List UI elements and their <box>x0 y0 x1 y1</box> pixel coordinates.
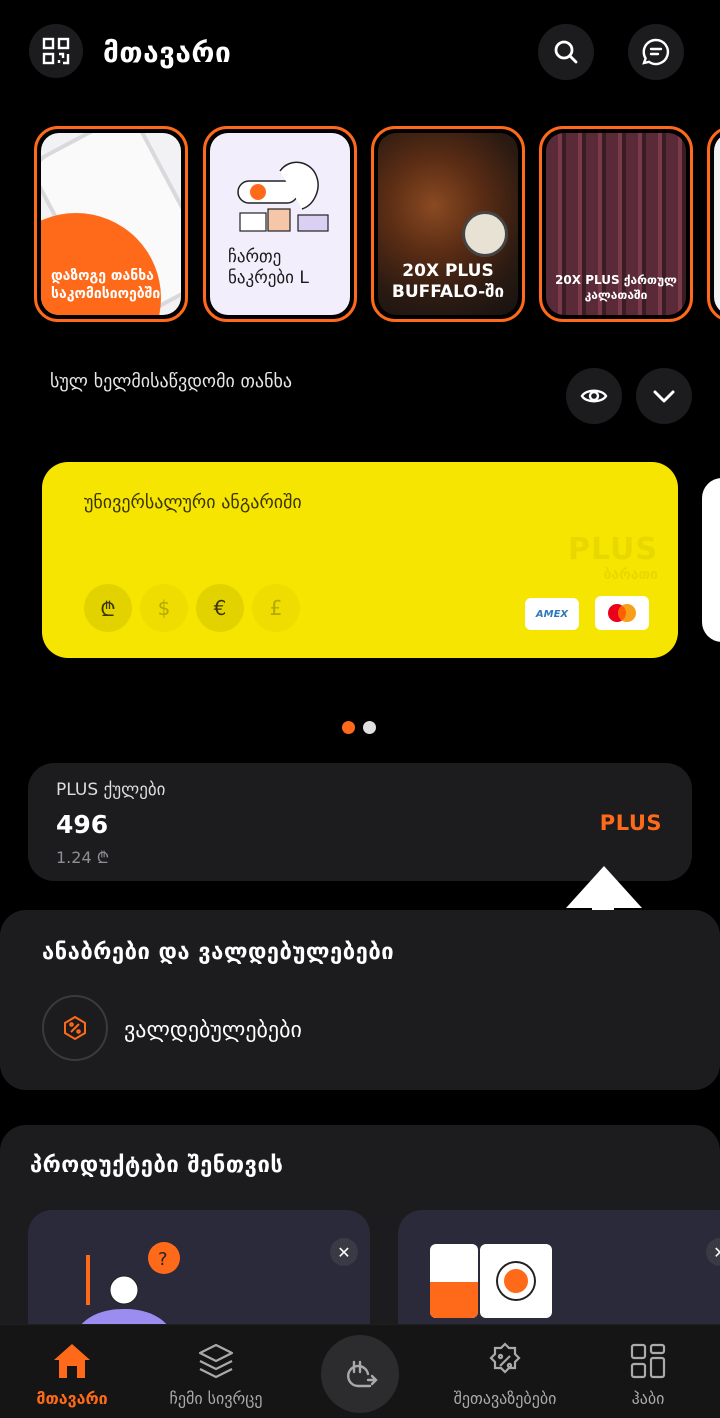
mastercard-logo <box>595 596 649 630</box>
grid-icon <box>630 1343 666 1379</box>
nav-home-label: მთავარი <box>36 1389 108 1408</box>
nav-offers[interactable]: შეთავაზებები <box>438 1325 572 1418</box>
app-header: მთავარი <box>0 0 720 105</box>
story-caption: ჩართე ნაკრები L <box>228 246 309 288</box>
percent-badge-icon <box>64 1015 86 1041</box>
story-card[interactable]: 20X PLUS BUFFALO-ში <box>371 126 525 322</box>
chat-button[interactable] <box>628 24 684 80</box>
svg-text:?: ? <box>158 1249 168 1270</box>
story-caption: 20X PLUS BUFFALO-ში <box>391 260 505 302</box>
sauce-bowl <box>462 211 508 257</box>
currency-eur[interactable]: € <box>196 584 244 632</box>
layers-icon <box>198 1343 234 1379</box>
nav-home[interactable]: მთავარი <box>22 1325 122 1418</box>
next-card-peek[interactable] <box>702 478 720 642</box>
story-caption: 20X PLUS ქართულ კალათაში <box>555 273 677 302</box>
plus-points-value: 496 <box>56 810 109 839</box>
dismiss-button[interactable]: ✕ <box>330 1238 358 1266</box>
amex-logo: AMEX <box>525 598 579 630</box>
account-title: უნივერსალური ანგარიში <box>84 492 302 513</box>
currency-gbp[interactable]: £ <box>252 584 300 632</box>
page-title: მთავარი <box>103 36 232 69</box>
transfer-button[interactable] <box>321 1335 399 1413</box>
deposits-title: ანაბრები და ვალდებულებები <box>42 940 395 965</box>
currency-usd[interactable]: $ <box>140 584 188 632</box>
nav-hub-label: ჰაბი <box>631 1389 665 1408</box>
story-caption: დაზოგე თანხა საკომისიოებში <box>51 268 161 302</box>
illustration-left <box>430 1244 478 1318</box>
qr-code-icon <box>42 37 70 65</box>
toggle-visibility-button[interactable] <box>566 368 622 424</box>
nav-my-space-label: ჩემი სივრცე <box>169 1389 263 1408</box>
plus-points-gel: 1.24 ₾ <box>56 848 110 867</box>
illustration-right <box>480 1244 552 1318</box>
story-card[interactable] <box>707 126 720 322</box>
nav-offers-label: შეთავაზებები <box>453 1389 557 1408</box>
expand-button[interactable] <box>636 368 692 424</box>
plus-card-watermark: PLUS ბარათი <box>567 532 658 583</box>
story-card[interactable]: ჩართე ნაკრები L <box>203 126 357 322</box>
search-button[interactable] <box>538 24 594 80</box>
products-title: პროდუქტები შენთვის <box>30 1153 284 1178</box>
toggle-illustration <box>237 161 329 232</box>
lari-exchange-icon <box>347 1360 378 1388</box>
liabilities-button[interactable] <box>42 995 108 1061</box>
close-icon: ✕ <box>713 1242 720 1262</box>
eye-icon <box>580 389 608 403</box>
nav-hub[interactable]: ჰაბი <box>608 1325 688 1418</box>
plus-points-label: PLUS ქულები <box>56 780 166 800</box>
story-card[interactable]: დაზოგე თანხა საკომისიოებში <box>34 126 188 322</box>
chat-icon <box>642 38 670 66</box>
search-icon <box>554 40 578 64</box>
plus-logo: PLUS <box>599 811 662 835</box>
nav-my-space[interactable]: ჩემი სივრცე <box>156 1325 276 1418</box>
home-icon <box>54 1344 90 1378</box>
currency-gel[interactable]: ₾ <box>84 584 132 632</box>
bottom-navigation: მთავარი ჩემი სივრცე შეთავაზებები ჰაბი <box>0 1324 720 1418</box>
stories-carousel: დაზოგე თანხა საკომისიოებში ჩართე ნაკრები… <box>0 126 720 322</box>
discount-badge-icon <box>489 1342 521 1374</box>
dot-inactive <box>363 721 376 734</box>
total-balance-label: სულ ხელმისაწვდომი თანხა <box>50 371 293 392</box>
deposits-section: ანაბრები და ვალდებულებები ვალდებულებები <box>0 910 720 1090</box>
liabilities-label[interactable]: ვალდებულებები <box>124 1018 302 1043</box>
dot-active <box>342 721 355 734</box>
account-card[interactable]: უნივერსალური ანგარიში ₾ $ € £ PLUS ბარათ… <box>42 462 678 658</box>
qr-code-button[interactable] <box>29 24 83 78</box>
chevron-down-icon <box>653 390 675 403</box>
close-icon: ✕ <box>337 1242 351 1262</box>
story-card[interactable]: 20X PLUS ქართულ კალათაში <box>539 126 693 322</box>
dismiss-button[interactable]: ✕ <box>706 1238 720 1266</box>
carousel-indicator <box>342 721 376 734</box>
